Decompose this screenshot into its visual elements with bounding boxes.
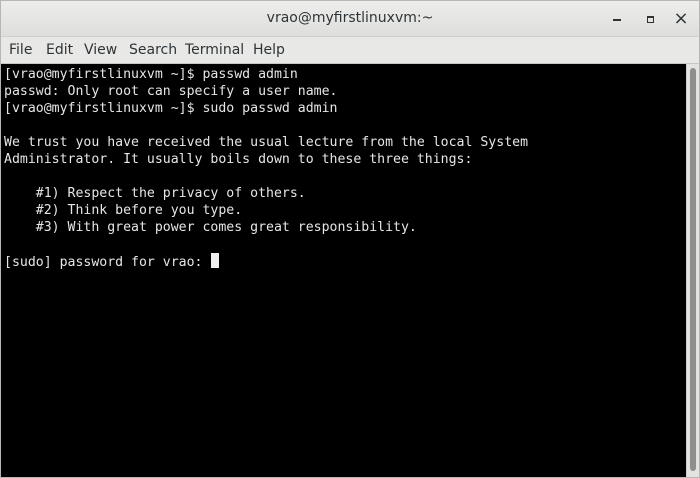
terminal-line: #2) Think before you type. [4, 203, 243, 218]
terminal-line: passwd: Only root can specify a user nam… [4, 84, 338, 99]
menu-view[interactable]: View [84, 42, 117, 59]
menu-bar: File Edit View Search Terminal Help [1, 37, 699, 64]
close-button[interactable]: × [669, 7, 693, 31]
sudo-password-prompt: [sudo] password for vrao: [4, 255, 211, 270]
window-title: vrao@myfirstlinuxvm:~ [266, 10, 434, 26]
terminal-line: Administrator. It usually boils down to … [4, 152, 473, 167]
close-icon: × [673, 8, 689, 29]
terminal-line: [vrao@myfirstlinuxvm ~]$ passwd admin [4, 67, 298, 82]
minimize-button[interactable] [605, 7, 629, 31]
menu-edit[interactable]: Edit [46, 42, 73, 59]
terminal-line: #1) Respect the privacy of others. [4, 186, 306, 201]
menu-terminal[interactable]: Terminal [185, 42, 244, 59]
terminal-prompt-line: [sudo] password for vrao: [4, 253, 220, 270]
terminal-output[interactable]: [vrao@myfirstlinuxvm ~]$ passwd admin pa… [1, 64, 686, 477]
menu-file[interactable]: File [9, 42, 32, 59]
menu-help[interactable]: Help [253, 42, 285, 59]
terminal-window: vrao@myfirstlinuxvm:~ × File Edit View S… [0, 0, 700, 478]
maximize-icon [646, 15, 654, 23]
menu-search[interactable]: Search [129, 42, 177, 59]
vertical-scrollbar[interactable] [686, 64, 699, 477]
terminal-line: [vrao@myfirstlinuxvm ~]$ sudo passwd adm… [4, 101, 338, 116]
terminal-line: #3) With great power comes great respons… [4, 220, 417, 235]
maximize-button[interactable] [638, 7, 662, 31]
title-bar[interactable]: vrao@myfirstlinuxvm:~ × [1, 1, 699, 37]
minimize-icon [613, 19, 621, 21]
terminal-line: We trust you have received the usual lec… [4, 135, 529, 150]
scrollbar-thumb[interactable] [690, 68, 696, 471]
text-cursor [211, 253, 220, 268]
